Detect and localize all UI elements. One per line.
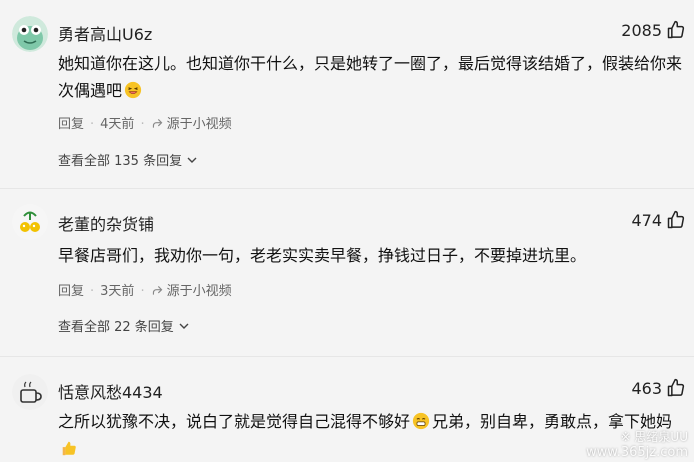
comment-meta: 回复 · 3天前 · 源于小视频 (58, 284, 232, 299)
laughing-emoji-icon (124, 81, 142, 99)
divider (0, 188, 694, 189)
view-replies-button[interactable]: 查看全部 22 条回复 (58, 316, 190, 335)
chevron-down-icon (187, 157, 197, 163)
like-button[interactable]: 474 (631, 210, 686, 230)
comment-meta: 回复 · 4天前 · 源于小视频 (58, 117, 232, 132)
timestamp: 4天前 (100, 117, 135, 132)
username[interactable]: 勇者高山U6z (58, 21, 152, 45)
avatar[interactable] (12, 374, 48, 410)
watermark-brand: ※ 思绪泉UU (620, 430, 688, 444)
thumbs-up-icon (667, 20, 685, 39)
reply-button[interactable]: 回复 (58, 284, 84, 299)
like-count: 463 (631, 378, 662, 398)
like-button[interactable]: 2085 (621, 20, 686, 40)
thumbs-up-icon (667, 210, 685, 229)
source-label[interactable]: 源于小视频 (167, 117, 232, 132)
thumbs-up-emoji-icon (62, 441, 76, 456)
watermark-url: www.365jz.com (586, 445, 688, 460)
share-icon (152, 286, 162, 295)
view-replies-button[interactable]: 查看全部 135 条回复 (58, 150, 198, 169)
avatar[interactable] (12, 204, 48, 240)
chevron-down-icon (179, 323, 189, 329)
grinning-emoji-icon (412, 412, 430, 430)
comment-text: 她知道你在这儿。也知道你干什么，只是她转了一圈了，最后觉得该结婚了，假装给你来次… (58, 54, 683, 100)
like-button[interactable]: 463 (631, 378, 686, 398)
timestamp: 3天前 (100, 284, 135, 299)
username[interactable]: 老董的杂货铺 (58, 211, 154, 235)
reply-button[interactable]: 回复 (58, 117, 84, 132)
username[interactable]: 恬意风愁4434 (58, 379, 163, 403)
comment-list: 勇者高山U6z 2085 她知道你在这儿。也知道你干什么，只是她转了一圈了，最后… (0, 0, 694, 462)
like-count: 2085 (621, 20, 662, 40)
share-icon (152, 119, 162, 128)
like-count: 474 (631, 210, 662, 230)
divider (0, 356, 694, 357)
view-replies-label: 查看全部 135 条回复 (58, 154, 183, 169)
comment-text: 早餐店哥们，我劝你一句，老老实实卖早餐，挣钱过日子，不要掉进坑里。 (58, 246, 587, 265)
watermark: ※ 思绪泉UU www.365jz.com (586, 428, 688, 460)
source-label[interactable]: 源于小视频 (167, 284, 232, 299)
view-replies-label: 查看全部 22 条回复 (58, 320, 174, 335)
thumbs-up-icon (667, 378, 685, 397)
avatar[interactable] (12, 16, 48, 52)
